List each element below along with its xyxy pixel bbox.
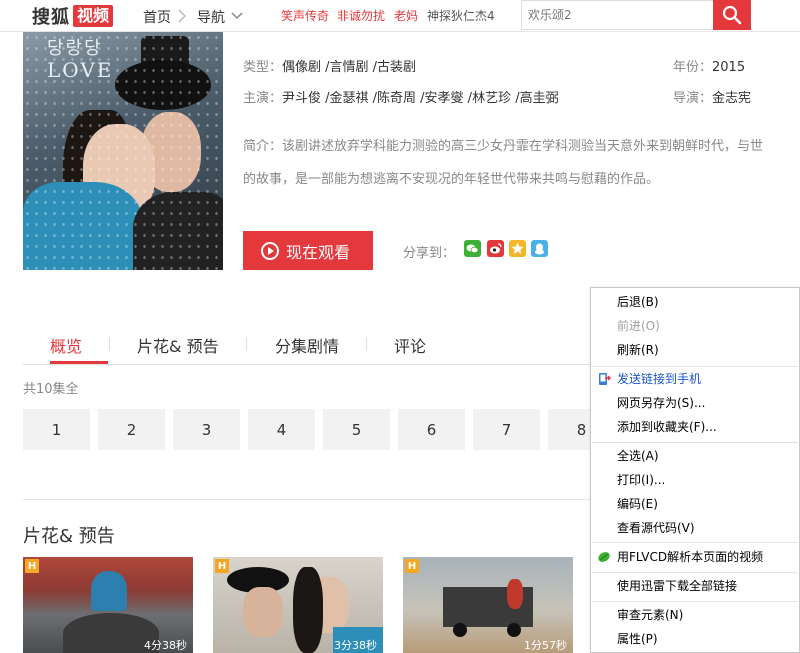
menu-separator [592,572,798,573]
trailers-section-title: 片花& 预告 [23,526,115,547]
menu-item-send-to-phone[interactable]: 发送链接到手机 [617,369,701,389]
logo-badge: 视频 [73,5,114,27]
nav-guide-link[interactable]: 导航 [197,7,225,27]
clip-duration: 1分57秒 [524,639,567,652]
search-button[interactable] [713,0,751,30]
clip-thumbnail[interactable]: H 1分57秒 [403,557,573,653]
menu-item-flvcd[interactable]: 用FLVCD解析本页面的视频 [617,547,763,567]
menu-item-encoding[interactable]: 编码(E) [617,494,658,514]
search-input[interactable] [522,1,714,29]
tab-trailers[interactable]: 片花& 预告 [137,333,219,357]
episode-button[interactable]: 4 [248,409,315,450]
menu-item-thunder-download[interactable]: 使用迅雷下载全部链接 [617,576,737,596]
watch-now-label: 现在观看 [286,242,351,262]
poster-title-korean: 당랑당 [47,38,103,59]
menu-item-select-all[interactable]: 全选(A) [617,446,659,466]
year-label: 年份： [673,60,713,75]
cast-values[interactable]: 尹斗俊 /金瑟祺 /陈奇周 /安孝燮 /林艺珍 /高圭弼 [282,91,559,106]
clip-thumbnail[interactable]: H 3分38秒 [213,557,383,653]
menu-item-view-source[interactable]: 查看源代码(V) [617,518,695,538]
tab-overview[interactable]: 概览 [50,333,82,357]
sohu-video-logo[interactable]: 搜狐 视频 [32,4,114,28]
watch-now-button[interactable]: 现在观看 [243,231,373,270]
chevron-right-icon [178,9,187,23]
synopsis: 简介：该剧讲述放弃学科能力测验的高三少女丹霏在学科测验当天意外来到朝鲜时代，与世… [243,130,800,196]
menu-item-add-favorite[interactable]: 添加到收藏夹(F)... [617,417,717,437]
menu-item-print[interactable]: 打印(I)... [617,470,665,490]
menu-item-save-as[interactable]: 网页另存为(S)... [617,393,705,413]
director-label: 导演： [673,91,713,106]
search-icon [722,5,742,25]
show-poster[interactable]: 당랑당 LOVE [23,32,223,270]
flvcd-leaf-icon [598,552,610,562]
nav-home-link[interactable]: 首页 [143,7,171,27]
episode-button[interactable]: 6 [398,409,465,450]
synopsis-line: 简介：该剧讲述放弃学科能力测验的高三少女丹霏在学科测验当天意外来到朝鲜时代，与世 [243,139,764,154]
play-icon [261,241,279,260]
menu-separator [592,442,798,443]
qq-icon[interactable] [531,240,548,257]
hot-link[interactable]: 非诚勿扰 [337,7,385,24]
active-tab-indicator [50,361,108,364]
clip-thumbnail[interactable]: H 4分38秒 [23,557,193,653]
year-row: 年份：2015 [673,56,745,75]
menu-separator [592,542,798,543]
chevron-down-icon[interactable] [231,12,243,20]
clip-duration: 4分38秒 [144,639,187,652]
menu-separator [592,366,798,367]
hot-link[interactable]: 神探狄仁杰4 [427,7,495,24]
menu-item-refresh[interactable]: 刷新(R) [617,340,659,360]
episode-button[interactable]: 3 [173,409,240,450]
director-value[interactable]: 金志宪 [712,91,751,106]
search-box [521,0,714,30]
episode-button[interactable]: 7 [473,409,540,450]
episode-count: 共10集全 [23,382,79,397]
tab-episode-plots[interactable]: 分集剧情 [275,333,339,357]
hd-badge: H [405,559,419,573]
year-value: 2015 [712,60,746,75]
director-row: 导演：金志宪 [673,87,751,106]
synopsis-line: 的故事，是一部能为想逃离不安现况的年轻世代带来共鸣与慰藉的作品。 [243,172,660,187]
menu-item-back[interactable]: 后退(B) [617,292,659,312]
episode-button[interactable]: 2 [98,409,165,450]
menu-item-properties[interactable]: 属性(P) [617,629,658,649]
wechat-icon[interactable] [464,240,481,257]
tab-comments[interactable]: 评论 [394,333,426,357]
clip-duration: 3分38秒 [334,639,377,652]
genre-values[interactable]: 偶像剧 /言情剧 /古装剧 [282,60,416,75]
genre-row: 类型：偶像剧 /言情剧 /古装剧 [243,56,416,75]
menu-item-inspect[interactable]: 审查元素(N) [617,605,683,625]
browser-context-menu: 后退(B) 前进(O) 刷新(R) 发送链接到手机 网页另存为(S)... 添加… [590,287,800,653]
weibo-icon[interactable] [487,240,504,257]
episode-button[interactable]: 5 [323,409,390,450]
menu-item-forward: 前进(O) [617,319,660,333]
share-label: 分享到： [403,246,456,261]
menu-separator [592,601,798,602]
cast-label: 主演： [243,91,283,106]
hd-badge: H [215,559,229,573]
qzone-star-icon[interactable] [509,240,526,257]
hot-link[interactable]: 老妈 [394,7,418,24]
genre-label: 类型： [243,60,283,75]
episode-button[interactable]: 1 [23,409,90,450]
hot-link[interactable]: 笑声传奇 [281,7,329,24]
phone-send-icon [599,373,611,385]
cast-row: 主演：尹斗俊 /金瑟祺 /陈奇周 /安孝燮 /林艺珍 /高圭弼 [243,87,559,106]
logo-text: 搜狐 [32,7,70,28]
hd-badge: H [25,559,39,573]
poster-title-art: LOVE [47,58,114,82]
top-bar: 搜狐 视频 首页 导航 笑声传奇 非诚勿扰 老妈 神探狄仁杰4 [0,0,800,32]
